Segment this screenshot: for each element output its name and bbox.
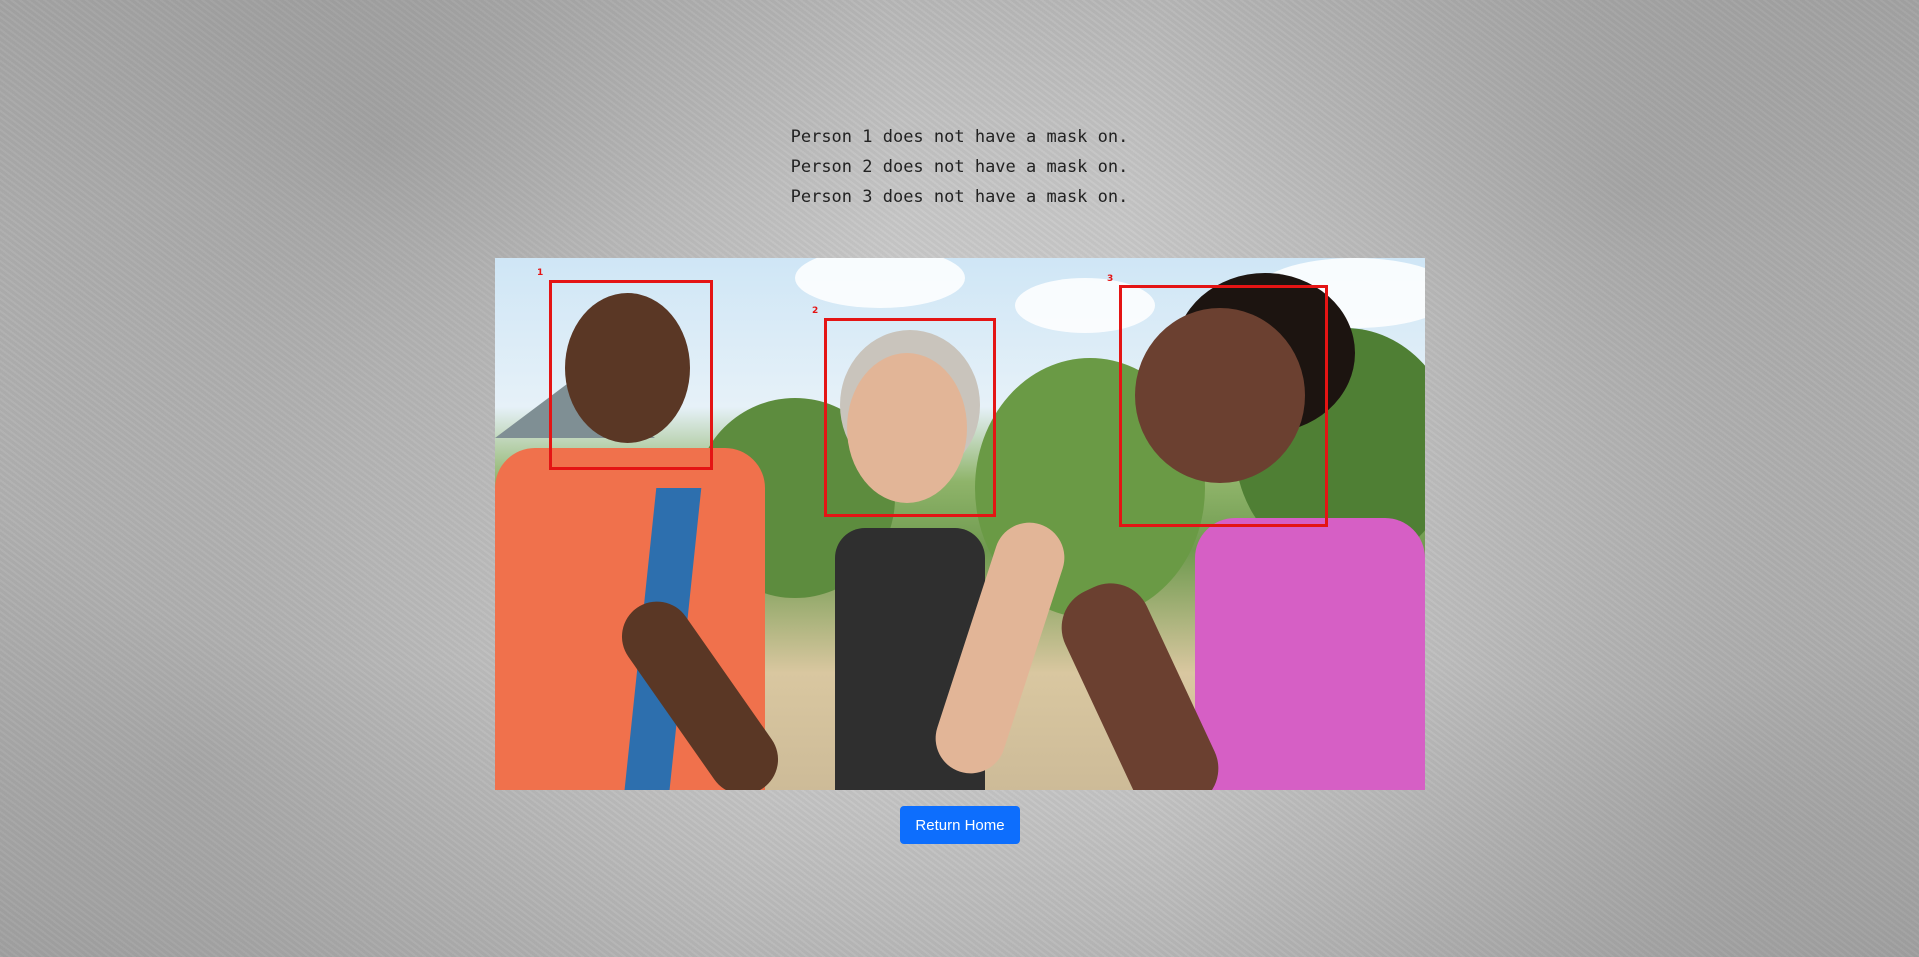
- result-line: Person 3 does not have a mask on.: [790, 187, 1129, 207]
- analyzed-photo: 1 2 3: [495, 258, 1425, 790]
- return-home-button[interactable]: Return Home: [900, 806, 1020, 844]
- face-label-1: 1: [537, 268, 544, 278]
- face-box-3: [1119, 285, 1328, 527]
- result-line: Person 2 does not have a mask on.: [790, 157, 1129, 177]
- person-3-top: [1195, 518, 1425, 790]
- detection-results: Person 1 does not have a mask on. Person…: [0, 122, 1919, 212]
- face-label-2: 2: [812, 306, 819, 316]
- face-box-2: [824, 318, 996, 517]
- face-box-1: [549, 280, 713, 470]
- face-label-3: 3: [1107, 274, 1114, 284]
- cloud: [795, 258, 965, 308]
- result-line: Person 1 does not have a mask on.: [790, 127, 1129, 147]
